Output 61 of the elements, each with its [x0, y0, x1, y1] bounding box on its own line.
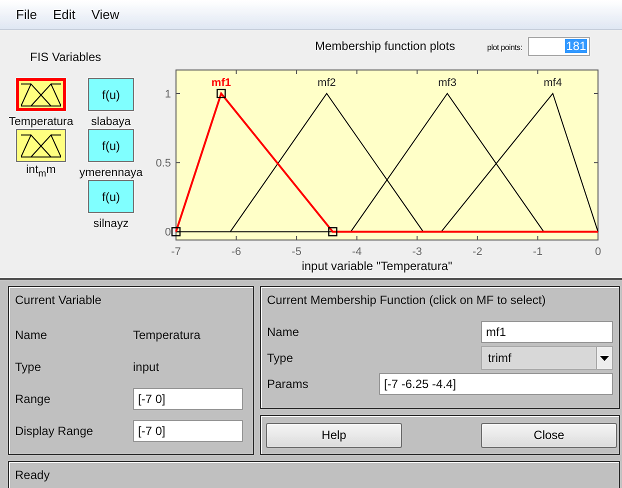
membership-curves-icon	[21, 82, 61, 106]
output-variable-box[interactable]: f(u)	[88, 180, 134, 213]
tick-label: 0.5	[156, 158, 171, 170]
variable-name: Temperatura	[8, 116, 74, 129]
status-text: Ready	[15, 468, 50, 482]
input-variable-box[interactable]	[16, 129, 66, 162]
handle-icon[interactable]	[171, 227, 181, 236]
handle-icon[interactable]	[216, 88, 226, 98]
variable-name: silnayz	[93, 218, 129, 231]
tick-label: -4	[352, 246, 362, 258]
menu-item[interactable]: View	[83, 7, 128, 22]
panel-title: Current Variable	[15, 293, 102, 307]
dialog-button[interactable]: Close	[481, 422, 617, 448]
menu-item[interactable]: Edit	[44, 7, 84, 22]
name-field[interactable]: mf1	[481, 321, 613, 343]
field-label: Type	[15, 360, 42, 374]
field-label: Range	[15, 392, 52, 406]
field-value: Temperatura	[133, 328, 202, 342]
plot-title: Membership function plots	[315, 39, 456, 53]
panel-title: FIS Variables	[30, 50, 102, 64]
field-label: Type	[267, 351, 294, 365]
field-label: Name	[267, 325, 300, 339]
membership-curve[interactable]	[350, 92, 544, 232]
input-field[interactable]: [-7 0]	[133, 388, 243, 410]
axis-label: input variable "Temperatura"	[302, 259, 452, 273]
handle-icon[interactable]	[328, 227, 338, 236]
curve-label[interactable]: mf4	[544, 77, 562, 89]
membership-curves-icon	[21, 134, 61, 158]
tick-label: 0	[594, 246, 602, 258]
tick-label: -2	[472, 246, 482, 258]
tick-label: 1	[164, 88, 171, 100]
tick-label: -6	[231, 246, 242, 258]
params-field[interactable]: [-7 -6.25 -4.4]	[379, 373, 613, 395]
panel-title: Current Membership Function (click on MF to select)	[267, 293, 547, 307]
curve-label[interactable]: mf2	[318, 77, 336, 89]
tick-label: -3	[412, 246, 422, 258]
tick-label: -5	[292, 246, 302, 258]
menu-item[interactable]: File	[8, 7, 45, 22]
output-variable-box[interactable]: f(u)	[88, 129, 134, 162]
curve-label[interactable]: mf1	[211, 77, 231, 89]
caret-icon	[600, 356, 609, 360]
membership-curve[interactable]	[230, 92, 424, 232]
field-label: Display Range	[15, 424, 94, 438]
field-value: input	[133, 360, 160, 374]
input-variable-box[interactable]	[16, 78, 66, 111]
input-field[interactable]: [-7 0]	[133, 420, 243, 442]
output-variable-box[interactable]: f(u)	[88, 78, 134, 111]
variable-name: ymerennaya	[79, 167, 143, 180]
field-label: Name	[15, 328, 48, 342]
membership-curve[interactable]	[175, 91, 598, 233]
plot-points-label: plot points:	[487, 43, 522, 52]
variable-name: int$_{m}$m	[26, 164, 56, 180]
variable-name: slabaya	[91, 116, 131, 129]
curve-label[interactable]: mf3	[438, 77, 456, 89]
tick-label: -1	[532, 246, 543, 258]
tick-label: 0	[164, 226, 171, 239]
dialog-button[interactable]: Help	[266, 422, 402, 448]
field-label: Params	[267, 377, 310, 391]
type-dropdown[interactable]: trimf	[481, 346, 613, 370]
membership-curve[interactable]	[440, 92, 598, 232]
tick-label: -7	[171, 246, 181, 258]
